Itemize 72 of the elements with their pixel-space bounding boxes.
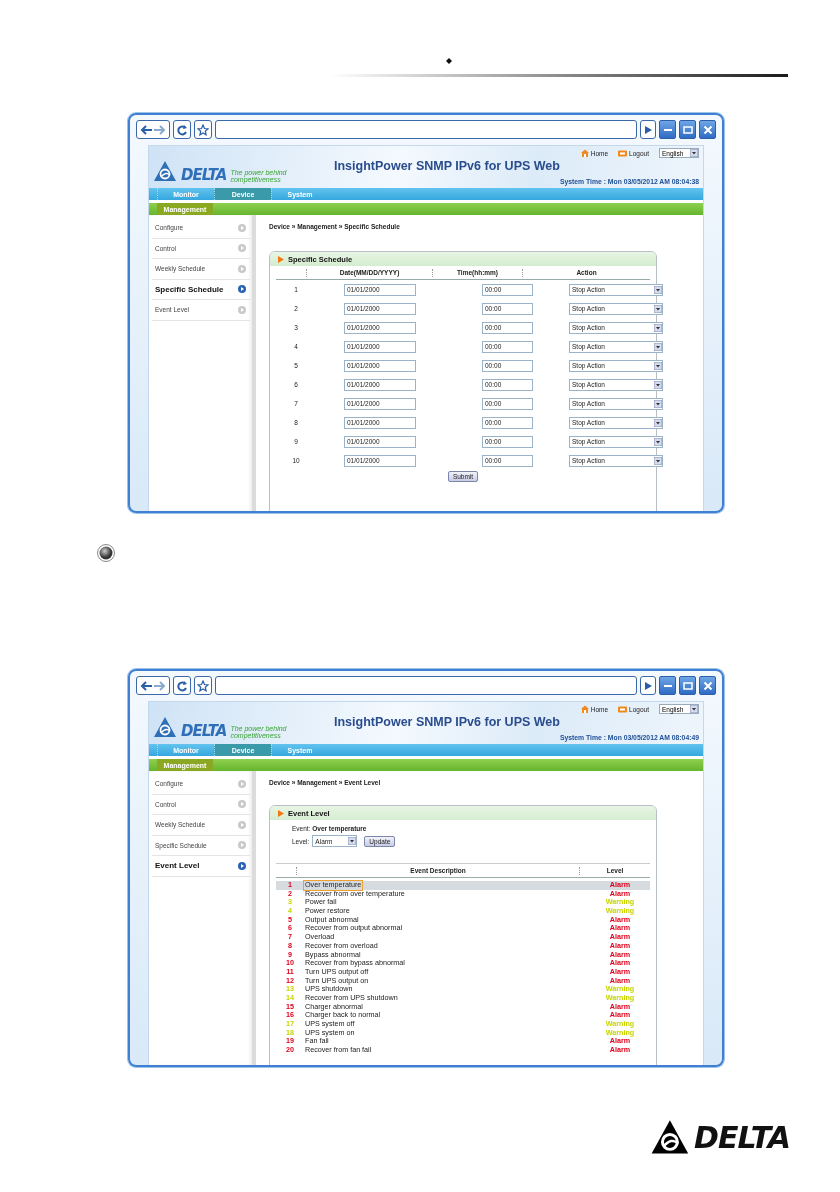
minimize-button[interactable] [659,120,676,139]
star-icon [197,123,209,136]
logo-text: DELTA [181,724,227,739]
minimize-button[interactable] [659,676,676,695]
triangle-icon [278,255,284,263]
refresh-button[interactable] [173,120,191,139]
delta-logo-icon [153,715,179,739]
close-icon [701,679,714,692]
minimize-icon [663,684,672,687]
bookmark-button[interactable] [194,676,212,695]
play-icon [643,124,653,135]
forward-arrow-icon [153,679,167,692]
play-icon [643,680,653,691]
bullet-icon [97,544,115,562]
caret-icon [654,380,662,389]
go-button[interactable] [640,676,656,695]
close-button[interactable] [699,120,716,139]
sidebar-item[interactable]: Event Level [152,856,250,877]
sidebar-item[interactable]: Specific Schedule [152,279,250,300]
logo-text: DELTA [694,1119,790,1155]
arrow-circle-icon [238,285,246,294]
caret-icon [654,399,662,408]
caret-icon [690,705,698,713]
arrow-circle-icon [238,305,246,314]
house-icon [580,149,589,157]
caret-icon [654,456,662,465]
refresh-button[interactable] [173,676,191,695]
caret-icon [654,361,662,370]
refresh-icon [176,123,188,136]
close-button[interactable] [699,676,716,695]
back-forward-buttons[interactable] [136,676,170,695]
star-icon [197,679,209,692]
maximize-button[interactable] [679,120,696,139]
caret-icon [690,149,698,157]
arrow-circle-icon [238,861,246,870]
arrow-circle-icon [238,841,246,850]
arrow-circle-icon [238,800,246,809]
maximize-icon [681,123,694,136]
back-forward-buttons[interactable] [136,120,170,139]
arrow-circle-icon [238,264,246,273]
forward-arrow-icon [153,123,167,136]
address-bar[interactable] [215,120,637,139]
caret-icon [654,304,662,313]
address-bar[interactable] [215,676,637,695]
caret-icon [654,342,662,351]
back-arrow-icon [139,123,153,136]
caret-icon [348,837,357,845]
maximize-icon [681,679,694,692]
refresh-icon [176,679,188,692]
logout-icon [618,705,628,713]
bookmark-button[interactable] [194,120,212,139]
delta-logo-icon [153,159,179,183]
triangle-icon [278,809,284,817]
arrow-circle-icon [238,244,246,253]
go-button[interactable] [640,120,656,139]
caret-icon [654,285,662,294]
arrow-circle-icon [238,779,246,788]
maximize-button[interactable] [679,676,696,695]
caret-icon [654,437,662,446]
app-title: InsightPower SNMP IPv6 for UPS Web [334,158,560,173]
close-icon [701,123,714,136]
logo-text: DELTA [181,168,227,183]
caret-icon [654,418,662,427]
arrow-circle-icon [238,820,246,829]
arrow-circle-icon [238,223,246,232]
diamond-icon [446,58,452,64]
minimize-icon [663,128,672,131]
house-icon [580,705,589,713]
caret-icon [654,323,662,332]
app-title: InsightPower SNMP IPv6 for UPS Web [334,714,560,729]
back-arrow-icon [139,679,153,692]
logout-icon [618,149,628,157]
